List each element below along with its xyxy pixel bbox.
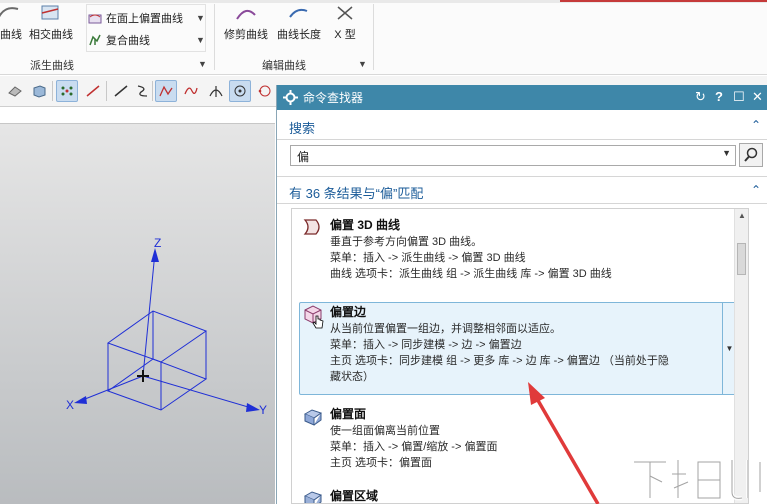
search-button[interactable] [739,143,763,167]
curve-length-icon [289,8,308,18]
list-item[interactable]: 偏置 3D 曲线 垂直于参考方向偏置 3D 曲线。 菜单：插入 -> 派生曲线 … [300,216,736,292]
gear-icon [283,90,298,105]
offset-region-icon [303,491,323,503]
ribbon-separator [373,4,374,70]
result-title: 偏置面 [330,407,367,421]
cursor-hand-icon [312,315,324,329]
close-icon[interactable]: ✕ [752,89,763,105]
axis-label-z: Z [154,236,162,250]
offset-3d-curve-icon [303,219,320,235]
axis-label-x: X [66,398,75,412]
x-type-button[interactable]: X 型 [330,3,360,42]
result-count-header[interactable]: 有 36 条结果与“偏”匹配 [289,183,423,202]
list-item-selected[interactable]: 偏置边 从当前位置偏置一组边，并调整相邻面以适应。 菜单：插入 -> 同步建模 … [299,302,737,395]
reset-icon[interactable]: ↻ [695,89,706,105]
collapse-results-icon[interactable]: ⌃ [751,183,761,197]
result-line: 从当前位置偏置一组边，并调整相邻面以适应。 [330,323,561,335]
search-history-dropdown-icon[interactable]: ▼ [722,148,731,158]
window-accent-line [560,0,767,2]
result-line: 藏状态） [330,371,374,383]
section-divider [277,176,767,177]
dialog-title: 命令查找器 [303,91,364,105]
edit-group-menu-icon[interactable]: ▼ [358,59,367,69]
watermark-logo [634,460,762,501]
search-icon [744,147,758,162]
dialog-titlebar[interactable]: 命令查找器 ↻ ? ☐ ✕ [277,85,767,110]
maximize-icon[interactable]: ☐ [733,89,745,105]
search-section-header[interactable]: 搜索 [289,118,315,137]
curve-length-label: 曲线长度 [277,29,321,41]
coordinate-system-triad [74,248,260,412]
result-line: 使一组面偏离当前位置 [330,425,440,437]
axis-label-y: Y [259,403,268,417]
collapse-search-icon[interactable]: ⌃ [751,118,761,132]
result-line: 垂直于参考方向偏置 3D 曲线。 [330,236,483,248]
result-line: 菜单：插入 -> 同步建模 -> 边 -> 偏置边 [330,339,522,351]
curve-length-button[interactable]: 曲线长度 [274,3,324,42]
x-type-icon [337,6,353,20]
scroll-up-icon[interactable]: ▲ [738,211,746,220]
result-title: 偏置边 [330,305,367,319]
section-divider [277,139,767,140]
offset-face-icon [303,409,323,426]
result-line: 菜单：插入 -> 派生曲线 -> 偏置 3D 曲线 [330,252,526,264]
search-input[interactable]: 偏 ▼ [290,145,736,166]
result-line: 主页 选项卡：同步建模 组 -> 更多 库 -> 边 库 -> 偏置边 （当前处… [330,355,669,367]
scrollbar-thumb[interactable] [737,243,746,275]
result-line: 曲线 选项卡：派生曲线 组 -> 派生曲线 库 -> 偏置 3D 曲线 [330,268,612,280]
result-title: 偏置 3D 曲线 [330,218,401,232]
command-finder-dialog: 命令查找器 ↻ ? ☐ ✕ 搜索 ⌃ 偏 ▼ 有 36 条结果与“偏”匹配 ⌃ … [276,85,767,504]
search-input-value: 偏 [297,150,310,164]
help-icon[interactable]: ? [715,89,723,105]
section-divider [277,203,767,204]
x-type-label: X 型 [334,29,356,41]
